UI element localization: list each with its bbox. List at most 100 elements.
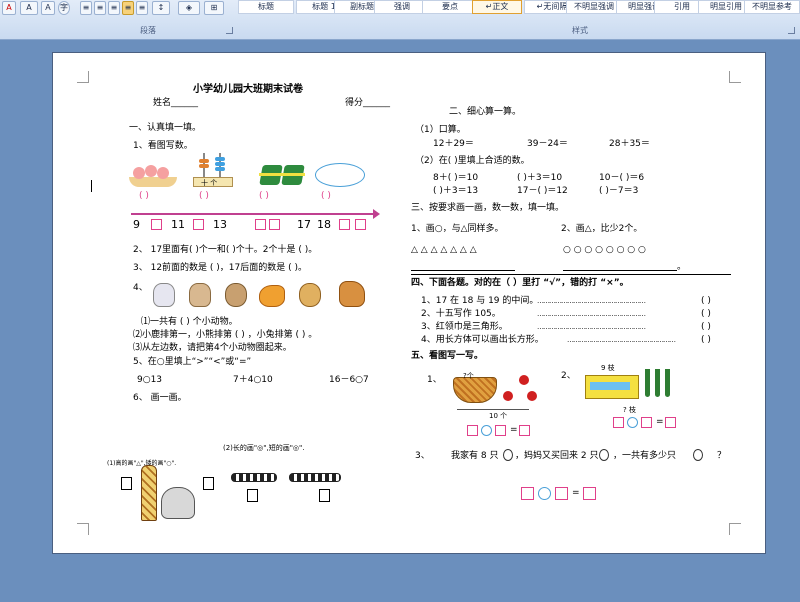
judge-4: 4、用长方体可以画出长方形。 [421, 335, 544, 345]
style-subtle-emphasis[interactable]: 不明显强调 [566, 0, 622, 14]
font-color-button[interactable]: A [2, 1, 16, 15]
style-keypoint[interactable]: 要点 [422, 0, 478, 14]
crop-mark-br [729, 523, 741, 535]
judge-3-paren: ( ) [701, 322, 711, 332]
align-left-icon[interactable]: ≡ [80, 1, 92, 15]
nl-box-5[interactable] [339, 219, 350, 230]
eq2-circle[interactable] [627, 417, 638, 428]
document-page[interactable]: 小学幼儿园大班期末试卷 姓名______ 得分______ 一、认真填一填。 1… [52, 52, 766, 554]
fill-1-1: 8＋( )＝10 [433, 173, 479, 183]
tall-answer-box[interactable] [121, 477, 132, 490]
q3-text: 3、 12前面的数是 ( )，17后面的数是 ( )。 [133, 263, 307, 273]
chick-icon-3 [693, 449, 703, 461]
eq1-box-b[interactable] [495, 425, 506, 436]
nl-9: 9 [133, 218, 140, 231]
q2-text: 2、 17里面有( )个一和( )个十。2个十是 ( )。 [133, 245, 318, 255]
judge-2: 2、十五写作 105。 [421, 309, 501, 319]
justify-icon[interactable]: ≡ [122, 1, 134, 15]
align-center-icon[interactable]: ≡ [94, 1, 106, 15]
pencil-box-icon [585, 375, 639, 399]
short-scarf-icon [289, 473, 341, 482]
highlight-button[interactable]: A [20, 1, 38, 15]
kangaroo-icon [189, 283, 211, 307]
paragraph-dialog-launcher[interactable] [226, 27, 233, 34]
basket-question: ?个 [463, 372, 474, 380]
doc-title: 小学幼儿园大班期末试卷 [193, 84, 303, 95]
judge-4-dots: ……………………………………………… [567, 336, 676, 344]
crop-mark-tr [729, 71, 741, 83]
short2-answer-box[interactable] [319, 489, 330, 502]
style-heading[interactable]: 标题 [238, 0, 294, 14]
eq3-box-a[interactable] [521, 487, 534, 500]
ribbon: A A Ａ 字 ≡ ≡ ≡ ≡ ≡ ↕ ◈ ⊞ 段落 标题 标题 1 副标题 强… [0, 0, 800, 40]
q6-text: 6、 画一画。 [133, 393, 187, 403]
nl-box-1[interactable] [151, 219, 162, 230]
peach-paren: ( ) [139, 191, 149, 201]
giraffe-icon [141, 465, 157, 521]
deer-icon [339, 281, 365, 307]
total-bracket [457, 409, 529, 410]
fill-1-3: 10－( )＝6 [599, 173, 645, 183]
judge-1-paren: ( ) [701, 296, 711, 306]
eq3-box-b[interactable] [555, 487, 568, 500]
judge-1-dots: ……………………………………………… [537, 297, 646, 305]
eq3-box-c[interactable] [583, 487, 596, 500]
eq1-box-a[interactable] [467, 425, 478, 436]
long-answer-box[interactable] [247, 489, 258, 502]
eq3-circle[interactable] [538, 487, 551, 500]
long-scarf-icon [231, 473, 277, 482]
w3-label: 3、 [415, 451, 430, 461]
eq2-box-b[interactable] [641, 417, 652, 428]
abacus-paren: ( ) [199, 191, 209, 201]
pencil-icon-2 [655, 369, 660, 397]
section-2-heading: 二、细心算一算。 [449, 107, 522, 117]
styles-dialog-launcher[interactable] [788, 27, 795, 34]
answer-line-2 [563, 270, 677, 271]
nl-box-2[interactable] [193, 219, 204, 230]
distributed-icon[interactable]: ≡ [136, 1, 148, 15]
style-normal[interactable]: ↵正文 [472, 0, 522, 14]
eq2-box-c[interactable] [665, 417, 676, 428]
section-4-heading: 四、下面各题。对的在（ ）里打 “√”，错的打 “×”。 [411, 278, 629, 288]
align-right-icon[interactable]: ≡ [108, 1, 120, 15]
q4b-text: ⑵小鹿排第一，小熊排第 ( ) ，小兔排第 ( ) 。 [133, 330, 318, 340]
short-answer-box[interactable] [203, 477, 214, 490]
shading-icon[interactable]: ◈ [178, 1, 200, 15]
borders-icon[interactable]: ⊞ [204, 1, 224, 15]
nl-box-4[interactable] [269, 219, 280, 230]
eq1-box-c[interactable] [519, 425, 530, 436]
nl-13: 13 [213, 218, 227, 231]
battery-bundles-icon [259, 163, 305, 187]
chick-icon-1 [503, 449, 513, 461]
enclose-char-icon[interactable]: 字 [58, 1, 70, 15]
triangles-row: △ △ △ △ △ △ △ [411, 245, 477, 255]
eq2-equals: = [656, 417, 664, 427]
section-3-heading: 三、按要求画一画，数一数，填一填。 [411, 203, 565, 213]
judge-3-dots: ……………………………………………… [537, 323, 646, 331]
style-subtle-reference[interactable]: 不明显参考 [744, 0, 800, 14]
nl-17: 17 [297, 218, 311, 231]
section-5-heading: 五、看图写一写。 [411, 351, 484, 361]
ellipse-paren: ( ) [321, 191, 331, 201]
name-field: 姓名______ [153, 98, 199, 108]
q4-text: 4、 [133, 283, 148, 293]
pencil-label: 9 枝 [601, 364, 615, 372]
pencil-question: ? 枝 [623, 406, 636, 414]
period-mark: 。 [677, 262, 687, 272]
eq2-box-a[interactable] [613, 417, 624, 428]
nl-box-3[interactable] [255, 219, 266, 230]
nl-18: 18 [317, 218, 331, 231]
q4a-text: ⑴一共有 ( ) 个小动物。 [141, 317, 238, 327]
text-cursor [91, 180, 92, 192]
q5-text: 5、在○里填上“>”“<”或“=” [133, 357, 252, 367]
styles-group-label: 样式 [572, 26, 588, 35]
line-spacing-icon[interactable]: ↕ [152, 1, 170, 15]
oral-3: 28＋35＝ [609, 139, 650, 149]
nl-box-6[interactable] [355, 219, 366, 230]
bear-icon [225, 283, 247, 307]
aa-icon[interactable]: Ａ [41, 1, 55, 15]
eq1-circle[interactable] [481, 425, 492, 436]
fill-2-3: ( )－7＝3 [599, 186, 639, 196]
eq1-equals: = [510, 425, 518, 435]
judge-2-dots: ……………………………………………… [537, 310, 646, 318]
